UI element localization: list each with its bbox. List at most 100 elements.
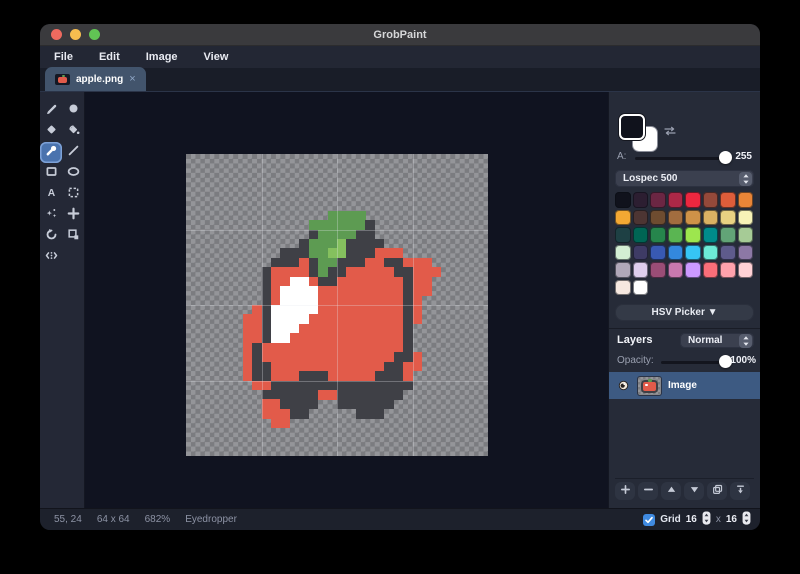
palette-swatch-30[interactable] bbox=[720, 245, 736, 261]
palette-swatch-23[interactable] bbox=[738, 227, 754, 243]
palette-swatch-2[interactable] bbox=[650, 192, 666, 208]
pixel bbox=[318, 381, 328, 391]
layer-row-image[interactable]: Image bbox=[609, 372, 760, 399]
fill-icon bbox=[67, 123, 80, 141]
palette-swatch-40[interactable] bbox=[615, 280, 631, 296]
tab-close-icon[interactable]: × bbox=[129, 74, 135, 85]
pixel bbox=[394, 381, 404, 391]
palette-swatch-24[interactable] bbox=[615, 245, 631, 261]
menu-file[interactable]: File bbox=[44, 51, 83, 63]
palette-swatch-5[interactable] bbox=[703, 192, 719, 208]
primary-color-swatch[interactable] bbox=[619, 114, 645, 140]
hsv-picker-button[interactable]: HSV Picker ▼ bbox=[615, 304, 754, 321]
palette-swatch-37[interactable] bbox=[703, 262, 719, 278]
tool-select[interactable] bbox=[62, 184, 84, 205]
tool-pan[interactable] bbox=[40, 247, 62, 268]
palette-swatch-39[interactable] bbox=[738, 262, 754, 278]
pixel bbox=[299, 343, 309, 353]
pixel bbox=[309, 230, 319, 240]
palette-swatch-1[interactable] bbox=[633, 192, 649, 208]
palette-swatch-27[interactable] bbox=[668, 245, 684, 261]
pixel bbox=[262, 390, 272, 400]
palette-swatch-14[interactable] bbox=[720, 210, 736, 226]
palette-swatch-8[interactable] bbox=[615, 210, 631, 226]
layer-add-button[interactable] bbox=[615, 482, 635, 500]
palette-swatch-17[interactable] bbox=[633, 227, 649, 243]
tool-line[interactable] bbox=[62, 142, 84, 163]
palette-swatch-28[interactable] bbox=[685, 245, 701, 261]
palette-swatch-19[interactable] bbox=[668, 227, 684, 243]
palette-swatch-13[interactable] bbox=[703, 210, 719, 226]
palette-swatch-29[interactable] bbox=[703, 245, 719, 261]
palette-swatch-6[interactable] bbox=[720, 192, 736, 208]
tool-text[interactable]: A bbox=[40, 184, 62, 205]
tab-apple-png[interactable]: apple.png × bbox=[45, 67, 146, 91]
palette-swatch-11[interactable] bbox=[668, 210, 684, 226]
palette-swatch-20[interactable] bbox=[685, 227, 701, 243]
grid-checkbox[interactable] bbox=[643, 514, 655, 526]
palette-swatch-0[interactable] bbox=[615, 192, 631, 208]
move-down-icon bbox=[689, 484, 700, 498]
palette-swatch-26[interactable] bbox=[650, 245, 666, 261]
palette-swatch-10[interactable] bbox=[650, 210, 666, 226]
tool-transform[interactable] bbox=[62, 226, 84, 247]
opacity-slider-track[interactable] bbox=[661, 361, 726, 364]
palette-swatch-36[interactable] bbox=[685, 262, 701, 278]
palette-swatch-33[interactable] bbox=[633, 262, 649, 278]
palette-swatch-34[interactable] bbox=[650, 262, 666, 278]
palette-swatch-41[interactable] bbox=[633, 280, 649, 296]
palette-swatch-22[interactable] bbox=[720, 227, 736, 243]
pixel bbox=[384, 381, 394, 391]
tool-pencil[interactable] bbox=[40, 100, 62, 121]
palette-swatch-7[interactable] bbox=[738, 192, 754, 208]
tool-rotate[interactable] bbox=[40, 226, 62, 247]
palette-dropdown[interactable]: Lospec 500 bbox=[615, 170, 754, 187]
layer-move-down-button[interactable] bbox=[684, 482, 704, 500]
tool-brush[interactable] bbox=[62, 100, 84, 121]
layer-move-up-button[interactable] bbox=[661, 482, 681, 500]
pixel bbox=[384, 362, 394, 372]
layer-duplicate-button[interactable] bbox=[707, 482, 727, 500]
menu-view[interactable]: View bbox=[194, 51, 239, 63]
tool-move[interactable] bbox=[62, 205, 84, 226]
palette-swatch-15[interactable] bbox=[738, 210, 754, 226]
pixel bbox=[365, 362, 375, 372]
layer-merge-down-button[interactable] bbox=[730, 482, 750, 500]
tab-label: apple.png bbox=[76, 74, 123, 85]
menu-image[interactable]: Image bbox=[136, 51, 188, 63]
palette-swatch-3[interactable] bbox=[668, 192, 684, 208]
pixel bbox=[280, 390, 290, 400]
tool-wand[interactable] bbox=[40, 205, 62, 226]
swap-colors-icon[interactable] bbox=[663, 126, 677, 139]
alpha-slider-track[interactable] bbox=[635, 157, 726, 160]
layer-visibility-eye-icon[interactable] bbox=[617, 380, 630, 391]
palette-swatch-21[interactable] bbox=[703, 227, 719, 243]
palette-swatch-38[interactable] bbox=[720, 262, 736, 278]
palette-swatch-18[interactable] bbox=[650, 227, 666, 243]
palette-swatch-25[interactable] bbox=[633, 245, 649, 261]
blend-mode-dropdown[interactable]: Normal bbox=[680, 333, 754, 348]
grid-height-stepper[interactable] bbox=[742, 511, 751, 528]
palette-swatch-12[interactable] bbox=[685, 210, 701, 226]
layer-remove-button[interactable] bbox=[638, 482, 658, 500]
grid-width-stepper[interactable] bbox=[702, 511, 711, 528]
tool-fill[interactable] bbox=[62, 121, 84, 142]
pixel bbox=[252, 333, 262, 343]
pixel bbox=[318, 305, 328, 315]
palette-swatch-9[interactable] bbox=[633, 210, 649, 226]
layer-buttons-row bbox=[615, 478, 754, 500]
alpha-slider-knob[interactable] bbox=[719, 151, 732, 164]
canvas-grid-line bbox=[413, 154, 414, 456]
tool-eyedropper-selected[interactable] bbox=[40, 142, 62, 163]
drawing-canvas[interactable] bbox=[186, 154, 488, 456]
palette-swatch-32[interactable] bbox=[615, 262, 631, 278]
tool-eraser[interactable] bbox=[40, 121, 62, 142]
palette-swatch-4[interactable] bbox=[685, 192, 701, 208]
tool-ellipse[interactable] bbox=[62, 163, 84, 184]
window-title: GrobPaint bbox=[40, 29, 760, 41]
menu-edit[interactable]: Edit bbox=[89, 51, 130, 63]
palette-swatch-31[interactable] bbox=[738, 245, 754, 261]
palette-swatch-16[interactable] bbox=[615, 227, 631, 243]
palette-swatch-35[interactable] bbox=[668, 262, 684, 278]
tool-rectangle[interactable] bbox=[40, 163, 62, 184]
